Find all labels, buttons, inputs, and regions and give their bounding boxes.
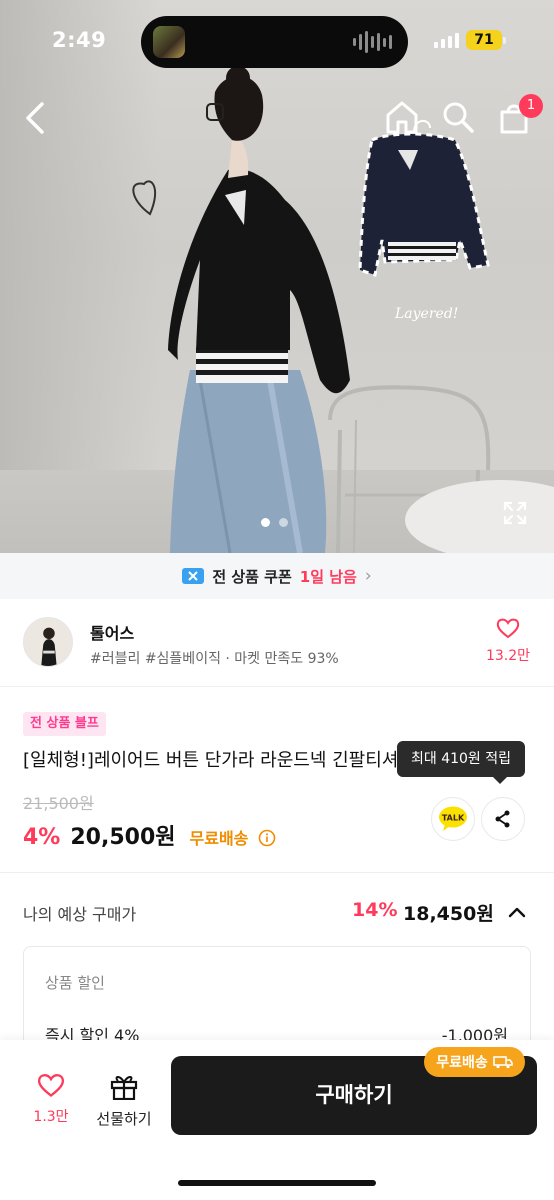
share-icon: [495, 810, 510, 828]
expected-price-row[interactable]: 나의 예상 구매가 14% 18,450원: [0, 873, 554, 945]
free-shipping-badge-label: 무료배송: [436, 1055, 488, 1071]
home-icon[interactable]: [384, 98, 420, 136]
chevron-right-icon: ›: [364, 566, 372, 586]
gift-label: 선물하기: [96, 1110, 152, 1128]
gift-icon: [110, 1076, 138, 1101]
heart-outline-icon: [37, 1074, 65, 1097]
bottom-action-bar: 1.3만 선물하기 구매하기 무료배송: [0, 1040, 554, 1200]
coupon-label: 전 상품 쿠폰: [212, 567, 292, 586]
info-icon[interactable]: [258, 829, 276, 847]
breakdown-heading: 상품 할인: [45, 974, 105, 992]
points-tooltip: 최대 410원 적립: [397, 741, 525, 784]
battery-tip: [503, 37, 506, 44]
battery-indicator: 71: [466, 30, 502, 50]
dynamic-island: [141, 16, 408, 68]
kakao-talk-icon: TALK: [439, 806, 467, 831]
price-row: 4% 20,500원 무료배송: [23, 819, 276, 851]
carousel-indicator: [261, 518, 288, 527]
shop-like-count: 13.2만: [485, 648, 531, 664]
home-indicator: [178, 1180, 376, 1186]
status-time: 2:49: [52, 28, 107, 52]
sale-price: 20,500원: [70, 825, 176, 850]
back-arrow-icon[interactable]: [20, 98, 50, 138]
discount-rate: 4%: [23, 825, 61, 850]
shop-row[interactable]: 톨어스 #러블리 #심플베이직 · 마켓 만족도 93% 13.2만: [0, 599, 554, 687]
coupon-banner[interactable]: 전 상품 쿠폰 1일 남음 ›: [0, 553, 554, 599]
coupon-icon: [182, 568, 205, 584]
free-shipping-badge: 무료배송: [424, 1047, 525, 1077]
now-playing-thumbnail: [153, 26, 185, 58]
expected-price: 18,450원: [403, 903, 494, 925]
signal-icon: [434, 33, 459, 48]
product-photo-illustration: Layered!: [132, 66, 554, 553]
carousel-dot-active: [261, 518, 270, 527]
kakao-talk-share-button[interactable]: TALK: [431, 797, 475, 841]
expected-discount: 14%: [352, 899, 398, 921]
kakao-talk-label: TALK: [442, 814, 465, 823]
original-price: 21,500원: [23, 794, 94, 813]
hero-annotation: Layered!: [394, 306, 458, 322]
coupon-remaining: 1일 남음: [299, 567, 357, 586]
truck-icon: [492, 1056, 513, 1069]
cart-count-badge: 1: [519, 94, 543, 118]
expand-icon[interactable]: [502, 500, 528, 526]
shop-avatar[interactable]: [23, 617, 73, 667]
wishlist-count: 1.3만: [33, 1109, 69, 1125]
shop-tags: #러블리 #심플베이직 · 마켓 만족도 93%: [90, 651, 339, 667]
search-icon[interactable]: [441, 100, 475, 134]
product-image[interactable]: Layered! 2:49 71 1: [0, 0, 554, 553]
carousel-dot: [279, 518, 288, 527]
chevron-up-icon[interactable]: [506, 901, 528, 923]
heart-outline-icon: [496, 618, 520, 639]
share-button[interactable]: [481, 797, 525, 841]
audio-wave-icon: [353, 30, 392, 54]
shop-name[interactable]: 톨어스: [90, 620, 134, 644]
sale-badge: 전 상품 블프: [23, 712, 106, 736]
shop-like-button[interactable]: 13.2만: [480, 617, 536, 665]
gift-button[interactable]: 선물하기: [88, 1072, 160, 1129]
expected-price-label: 나의 예상 구매가: [23, 905, 137, 924]
free-shipping-label: 무료배송: [189, 829, 249, 848]
wishlist-button[interactable]: 1.3만: [24, 1072, 78, 1126]
